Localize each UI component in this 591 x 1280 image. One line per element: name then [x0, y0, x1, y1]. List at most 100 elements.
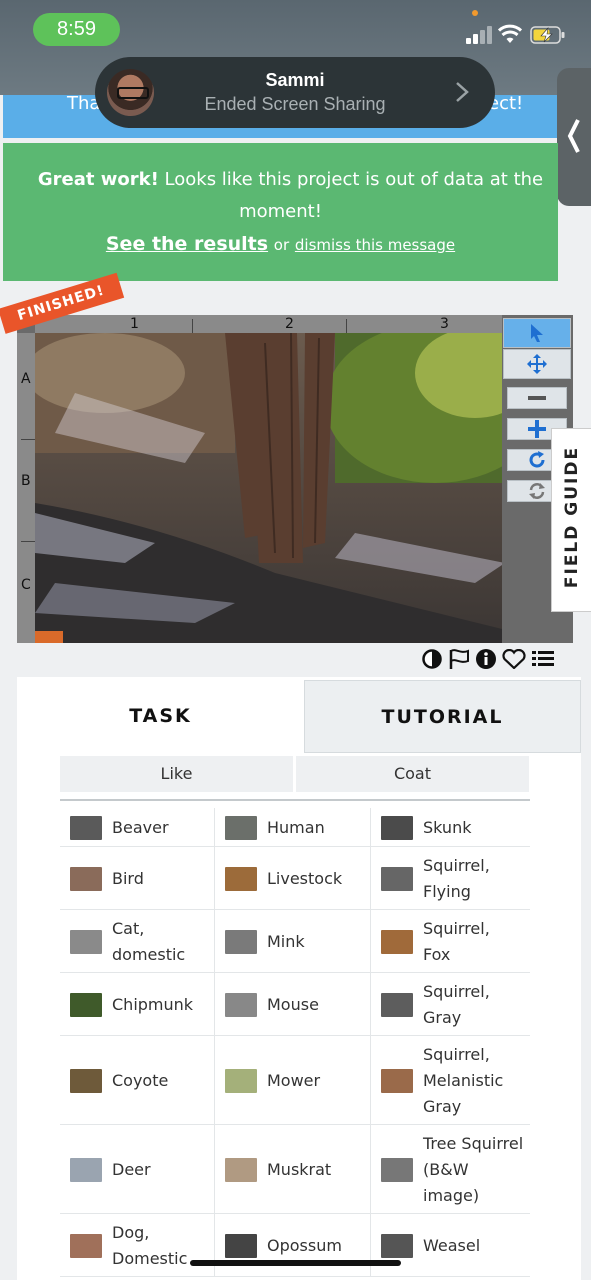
tab-task[interactable]: TASK	[17, 680, 304, 753]
species-thumbnail	[225, 1069, 257, 1093]
row-label: C	[21, 577, 31, 593]
filter-coat[interactable]: Coat	[296, 756, 529, 792]
species-thumbnail	[225, 867, 257, 891]
battery-charging-icon	[530, 26, 565, 44]
mic-indicator-dot	[472, 10, 478, 16]
task-panel: TASK TUTORIAL Like Coat Beaver Human Skunk…	[17, 677, 581, 1280]
species-choice[interactable]: Squirrel, Fox	[371, 910, 530, 972]
heart-icon[interactable]	[502, 649, 526, 669]
species-choice[interactable]: Bird	[60, 847, 215, 909]
species-choice[interactable]: Beaver	[60, 808, 215, 846]
species-row: Beaver Human Skunk	[60, 808, 530, 847]
sharer-name: Sammi	[265, 70, 325, 90]
species-label: Squirrel, Gray	[423, 982, 490, 1027]
species-choice[interactable]: Opossum	[215, 1214, 371, 1276]
species-choice[interactable]: Mower	[215, 1036, 371, 1124]
species-row: Coyote Mower Squirrel, Melanistic Gray	[60, 1036, 530, 1125]
completion-banner: Great work! Looks like this project is o…	[3, 143, 558, 281]
species-choice[interactable]: Mink	[215, 910, 371, 972]
species-choice[interactable]: Tree Squirrel (B&W image)	[371, 1125, 530, 1213]
species-label: Squirrel, Fox	[423, 919, 490, 964]
species-grid: Beaver Human Skunk Bird Livestock Squirrel, F…	[60, 808, 530, 1277]
species-thumbnail	[70, 816, 102, 840]
species-thumbnail	[70, 1234, 102, 1258]
field-guide-tab[interactable]: FIELD GUIDE	[551, 428, 591, 612]
species-choice[interactable]: Dog, Domestic	[60, 1214, 215, 1276]
species-thumbnail	[70, 1069, 102, 1093]
see-results-link[interactable]: See the results	[106, 233, 268, 255]
or-text: or	[273, 236, 290, 254]
species-thumbnail	[70, 1158, 102, 1182]
info-icon[interactable]	[476, 649, 496, 669]
chevron-left-icon	[567, 119, 580, 153]
list-icon[interactable]	[532, 649, 554, 669]
species-label: Dog, Domestic	[112, 1223, 188, 1268]
species-choice[interactable]: Squirrel, Flying	[371, 847, 530, 909]
dismiss-message-link[interactable]: dismiss this message	[295, 236, 455, 254]
species-row: Dog, Domestic Opossum Weasel	[60, 1214, 530, 1277]
species-choice[interactable]: Cat, domestic	[60, 910, 215, 972]
species-label: Livestock	[267, 869, 343, 888]
species-choice[interactable]: Weasel	[371, 1214, 530, 1276]
species-choice[interactable]: Mouse	[215, 973, 371, 1035]
species-thumbnail	[381, 816, 413, 840]
species-choice[interactable]: Muskrat	[215, 1125, 371, 1213]
species-choice[interactable]: Livestock	[215, 847, 371, 909]
completion-strong: Great work!	[37, 169, 159, 190]
species-thumbnail	[225, 930, 257, 954]
species-label: Chipmunk	[112, 995, 194, 1014]
chevron-right-icon	[456, 82, 469, 102]
species-label: Mower	[267, 1071, 321, 1090]
column-ruler: 1 2 3	[35, 315, 518, 333]
reset-icon	[529, 483, 545, 499]
share-status: Ended Screen Sharing	[204, 94, 386, 114]
species-label: Deer	[112, 1160, 151, 1179]
species-choice[interactable]: Squirrel, Gray	[371, 973, 530, 1035]
species-choice[interactable]: Deer	[60, 1125, 215, 1213]
species-row: Cat, domestic Mink Squirrel, Fox	[60, 910, 530, 973]
species-choice[interactable]: Skunk	[371, 808, 530, 846]
species-label: Human	[267, 818, 325, 837]
species-thumbnail	[70, 930, 102, 954]
wifi-icon	[498, 24, 522, 43]
subject-viewer: 1 2 3 A B C	[17, 315, 573, 643]
rotate-icon	[529, 451, 545, 468]
tab-tutorial[interactable]: TUTORIAL	[304, 680, 581, 753]
species-label: Squirrel, Melanistic Gray	[423, 1045, 504, 1116]
column-label: 1	[130, 316, 139, 332]
species-row: Bird Livestock Squirrel, Flying	[60, 847, 530, 910]
camera-trap-photo[interactable]	[35, 333, 518, 643]
move-icon	[527, 354, 547, 374]
species-thumbnail	[381, 1234, 413, 1258]
species-label: Bird	[112, 869, 144, 888]
screen-share-notification[interactable]: Sammi Ended Screen Sharing	[95, 57, 495, 128]
species-row: Deer Muskrat Tree Squirrel (B&W image)	[60, 1125, 530, 1214]
species-choice[interactable]: Squirrel, Melanistic Gray	[371, 1036, 530, 1124]
species-choice[interactable]: Human	[215, 808, 371, 846]
species-thumbnail	[381, 867, 413, 891]
row-label: B	[21, 473, 31, 489]
row-label: A	[21, 371, 31, 387]
cellular-signal-icon	[466, 26, 492, 44]
species-thumbnail	[381, 993, 413, 1017]
species-choice[interactable]: Chipmunk	[60, 973, 215, 1035]
move-tool-button[interactable]	[503, 349, 571, 379]
contrast-icon[interactable]	[422, 649, 442, 669]
species-label: Coyote	[112, 1071, 169, 1090]
clock: 8:59	[33, 13, 120, 46]
filter-like[interactable]: Like	[60, 756, 293, 792]
species-label: Cat, domestic	[112, 919, 186, 964]
species-thumbnail	[381, 1158, 413, 1182]
column-label: 2	[285, 316, 294, 332]
zoom-out-button[interactable]	[507, 387, 567, 409]
pointer-tool-button[interactable]	[503, 318, 571, 348]
pointer-icon	[531, 324, 543, 342]
species-choice[interactable]: Coyote	[60, 1036, 215, 1124]
species-thumbnail	[381, 930, 413, 954]
column-label: 3	[440, 316, 449, 332]
divider	[60, 799, 530, 801]
species-thumbnail	[225, 816, 257, 840]
species-label: Skunk	[423, 818, 472, 837]
flag-icon[interactable]	[448, 649, 470, 669]
species-label: Tree Squirrel (B&W image)	[423, 1134, 524, 1205]
